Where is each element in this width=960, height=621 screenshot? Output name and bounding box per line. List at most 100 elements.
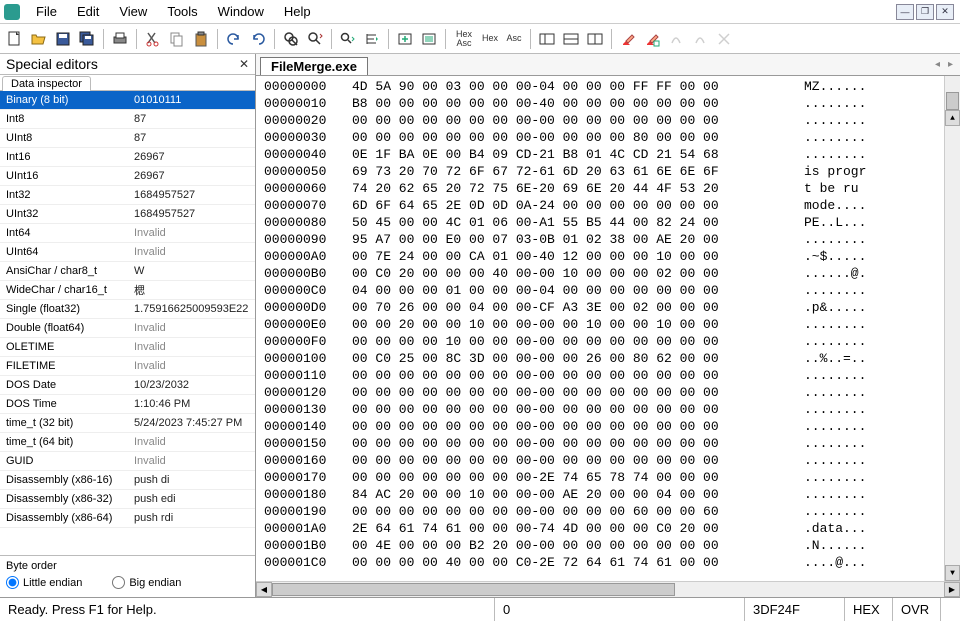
hex-row[interactable]: 000000004D 5A 90 00 03 00 00 00-04 00 00… xyxy=(264,78,944,95)
hex-row[interactable]: 000000400E 1F BA 0E 00 B4 09 CD-21 B8 01… xyxy=(264,146,944,163)
highlight-manage-button[interactable] xyxy=(641,28,663,50)
hex-row[interactable]: 00000010B8 00 00 00 00 00 00 00-40 00 00… xyxy=(264,95,944,112)
hex-row[interactable]: 0000010000 C0 25 00 8C 3D 00 00-00 00 26… xyxy=(264,350,944,367)
menu-view[interactable]: View xyxy=(109,2,157,21)
hscroll-thumb[interactable] xyxy=(272,583,675,596)
layout-3-button[interactable] xyxy=(584,28,606,50)
bookmark-toggle-button[interactable] xyxy=(394,28,416,50)
inspector-row[interactable]: Int321684957527 xyxy=(0,186,255,205)
redo-button[interactable] xyxy=(247,28,269,50)
inspector-row[interactable]: DOS Date10/23/2032 xyxy=(0,376,255,395)
hex-row[interactable]: 0000006074 20 62 65 20 72 75 6E-20 69 6E… xyxy=(264,180,944,197)
cut-button[interactable] xyxy=(142,28,164,50)
inspector-row[interactable]: WideChar / char16_t楒 xyxy=(0,281,255,300)
hex-row[interactable]: 000000E000 00 20 00 00 10 00 00-00 00 10… xyxy=(264,316,944,333)
close-button[interactable]: ✕ xyxy=(936,4,954,20)
scroll-up-icon[interactable]: ▲ xyxy=(945,110,960,126)
hex-row[interactable]: 0000019000 00 00 00 00 00 00 00-00 00 00… xyxy=(264,503,944,520)
inspector-row[interactable]: UInt321684957527 xyxy=(0,205,255,224)
menu-file[interactable]: File xyxy=(26,2,67,21)
hex-row[interactable]: 0000008050 45 00 00 4C 01 06 00-A1 55 B5… xyxy=(264,214,944,231)
file-tab-active[interactable]: FileMerge.exe xyxy=(260,57,368,75)
inspector-row[interactable]: Disassembly (x86-64)push rdi xyxy=(0,509,255,528)
resize-grip[interactable] xyxy=(940,598,960,621)
inspector-row[interactable]: time_t (64 bit)Invalid xyxy=(0,433,255,452)
hex-row[interactable]: 000001C000 00 00 00 40 00 00 C0-2E 72 64… xyxy=(264,554,944,571)
inspector-row[interactable]: Int1626967 xyxy=(0,148,255,167)
data-inspector-table[interactable]: Binary (8 bit)01010111Int887UInt887Int16… xyxy=(0,91,255,555)
status-hex-mode[interactable]: HEX xyxy=(844,598,892,621)
menu-tools[interactable]: Tools xyxy=(157,2,207,21)
hex-row[interactable]: 000001A02E 64 61 74 61 00 00 00-74 4D 00… xyxy=(264,520,944,537)
layout-1-button[interactable] xyxy=(536,28,558,50)
copy-button[interactable] xyxy=(166,28,188,50)
status-ovr-mode[interactable]: OVR xyxy=(892,598,940,621)
hex-row[interactable]: 0000012000 00 00 00 00 00 00 00-00 00 00… xyxy=(264,384,944,401)
highlight-button[interactable] xyxy=(617,28,639,50)
menu-edit[interactable]: Edit xyxy=(67,2,109,21)
find-button[interactable] xyxy=(280,28,302,50)
print-button[interactable] xyxy=(109,28,131,50)
scroll-right-icon[interactable]: ▶ xyxy=(944,582,960,597)
vertical-scrollbar[interactable]: ▲ ▼ xyxy=(944,76,960,581)
scroll-left-icon[interactable]: ◀ xyxy=(256,582,272,597)
hex-row[interactable]: 000000F000 00 00 00 10 00 00 00-00 00 00… xyxy=(264,333,944,350)
inspector-row[interactable]: Single (float32)1.75916625009593E22 xyxy=(0,300,255,319)
inspector-row[interactable]: AnsiChar / char8_tW xyxy=(0,262,255,281)
new-button[interactable] xyxy=(4,28,26,50)
open-button[interactable] xyxy=(28,28,50,50)
inspector-row[interactable]: Binary (8 bit)01010111 xyxy=(0,91,255,110)
inspector-row[interactable]: Double (float64)Invalid xyxy=(0,319,255,338)
hex-row[interactable]: 0000002000 00 00 00 00 00 00 00-00 00 00… xyxy=(264,112,944,129)
bookmark-list-button[interactable] xyxy=(418,28,440,50)
hex-row[interactable]: 000000C004 00 00 00 01 00 00 00-04 00 00… xyxy=(264,282,944,299)
hex-row[interactable]: 0000009095 A7 00 00 E0 00 07 03-0B 01 02… xyxy=(264,231,944,248)
tool-b-button[interactable] xyxy=(689,28,711,50)
hex-row[interactable]: 0000016000 00 00 00 00 00 00 00-00 00 00… xyxy=(264,452,944,469)
tab-nav-left-icon[interactable]: ◂ xyxy=(932,59,943,70)
hex-row[interactable]: 0000017000 00 00 00 00 00 00 00-2E 74 65… xyxy=(264,469,944,486)
goto-button[interactable] xyxy=(361,28,383,50)
tool-c-button[interactable] xyxy=(713,28,735,50)
hex-asc-mode-button[interactable]: Hex Asc xyxy=(451,28,477,50)
scroll-thumb[interactable] xyxy=(946,92,959,110)
big-endian-radio[interactable]: Big endian xyxy=(112,576,181,589)
hex-row[interactable]: 000001B000 4E 00 00 00 B2 20 00-00 00 00… xyxy=(264,537,944,554)
data-inspector-tab[interactable]: Data inspector xyxy=(2,76,91,91)
undo-button[interactable] xyxy=(223,28,245,50)
hex-row[interactable]: 0000014000 00 00 00 00 00 00 00-00 00 00… xyxy=(264,418,944,435)
paste-button[interactable] xyxy=(190,28,212,50)
inspector-row[interactable]: Disassembly (x86-32)push edi xyxy=(0,490,255,509)
inspector-row[interactable]: OLETIMEInvalid xyxy=(0,338,255,357)
menu-help[interactable]: Help xyxy=(274,2,321,21)
hex-row[interactable]: 000000706D 6F 64 65 2E 0D 0D 0A-24 00 00… xyxy=(264,197,944,214)
scroll-down-icon[interactable]: ▼ xyxy=(945,565,960,581)
hex-row[interactable]: 0000018084 AC 20 00 00 10 00 00-00 AE 20… xyxy=(264,486,944,503)
inspector-row[interactable]: UInt887 xyxy=(0,129,255,148)
layout-2-button[interactable] xyxy=(560,28,582,50)
save-all-button[interactable] xyxy=(76,28,98,50)
hex-row[interactable]: 0000013000 00 00 00 00 00 00 00-00 00 00… xyxy=(264,401,944,418)
hex-row[interactable]: 0000011000 00 00 00 00 00 00 00-00 00 00… xyxy=(264,367,944,384)
find-next-button[interactable] xyxy=(337,28,359,50)
hex-row[interactable]: 000000A000 7E 24 00 00 CA 01 00-40 12 00… xyxy=(264,248,944,265)
inspector-row[interactable]: Int64Invalid xyxy=(0,224,255,243)
panel-close-icon[interactable]: ✕ xyxy=(239,57,249,71)
hex-content[interactable]: 000000004D 5A 90 00 03 00 00 00-04 00 00… xyxy=(256,76,960,581)
hex-row[interactable]: 000000D000 70 26 00 00 04 00 00-CF A3 3E… xyxy=(264,299,944,316)
hex-mode-button[interactable]: Hex xyxy=(479,28,501,50)
inspector-row[interactable]: UInt64Invalid xyxy=(0,243,255,262)
inspector-row[interactable]: time_t (32 bit)5/24/2023 7:45:27 PM xyxy=(0,414,255,433)
tool-a-button[interactable] xyxy=(665,28,687,50)
replace-button[interactable] xyxy=(304,28,326,50)
inspector-row[interactable]: Disassembly (x86-16)push di xyxy=(0,471,255,490)
asc-mode-button[interactable]: Asc xyxy=(503,28,525,50)
hex-row[interactable]: 000000B000 C0 20 00 00 00 40 00-00 10 00… xyxy=(264,265,944,282)
hex-row[interactable]: 0000015000 00 00 00 00 00 00 00-00 00 00… xyxy=(264,435,944,452)
inspector-row[interactable]: FILETIMEInvalid xyxy=(0,357,255,376)
tab-nav-right-icon[interactable]: ▸ xyxy=(945,59,956,70)
horizontal-scrollbar[interactable]: ◀ ▶ xyxy=(256,581,960,597)
hex-row[interactable]: 0000003000 00 00 00 00 00 00 00-00 00 00… xyxy=(264,129,944,146)
hex-row[interactable]: 0000005069 73 20 70 72 6F 67 72-61 6D 20… xyxy=(264,163,944,180)
maximize-button[interactable]: ❐ xyxy=(916,4,934,20)
